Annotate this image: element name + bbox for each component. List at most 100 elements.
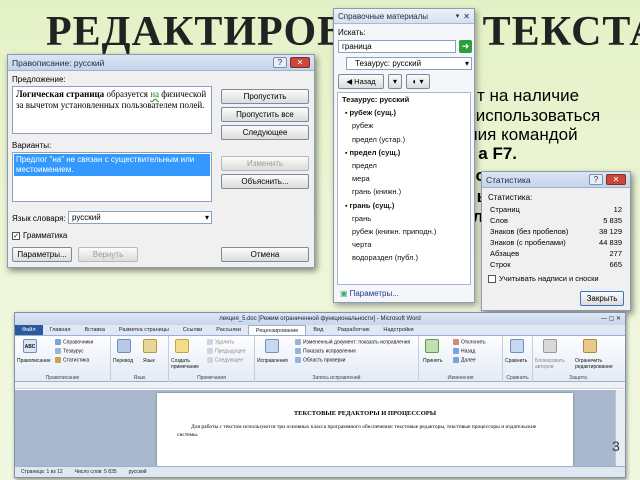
back-button[interactable]: ◀ Назад: [338, 74, 384, 89]
track-changes-button[interactable]: Исправления: [257, 358, 288, 364]
help-icon[interactable]: ?: [273, 57, 287, 68]
document-heading: ТЕКСТОВЫЕ РЕДАКТОРЫ И ПРОЦЕССОРЫ: [293, 410, 437, 417]
status-words[interactable]: Число слов: 5 835: [69, 467, 123, 477]
tab-addins[interactable]: Надстройки: [376, 325, 420, 335]
list-item[interactable]: грань (сущ.): [338, 199, 470, 212]
close-icon[interactable]: ✕: [290, 57, 310, 68]
list-item[interactable]: предел (сущ.): [338, 146, 470, 159]
new-comment-button[interactable]: Создать примечание: [171, 358, 203, 370]
go-arrow-icon[interactable]: ➜: [459, 40, 472, 53]
display-for-review-select[interactable]: Измененный документ: показать исправлени…: [295, 339, 410, 345]
refresh-icon[interactable]: ◐ ▾: [406, 74, 430, 89]
word-count-button[interactable]: Статистика: [55, 357, 89, 363]
spelling-dialog: Правописание: русский ? ✕ Предложение: Л…: [7, 54, 315, 268]
previous-change-button[interactable]: Назад: [453, 348, 475, 354]
list-item[interactable]: мера: [338, 172, 470, 185]
variants-label: Варианты:: [12, 141, 52, 150]
sentence-error-word: на: [150, 89, 159, 99]
group-label: Примечания: [197, 375, 226, 381]
list-item[interactable]: рубеж (книжн. приподн.): [338, 225, 470, 238]
accept-button[interactable]: Принять: [423, 358, 443, 364]
previous-comment-button[interactable]: Предыдущее: [207, 348, 246, 354]
cancel-button[interactable]: Отмена: [221, 247, 309, 262]
grammar-checkbox[interactable]: ✓ Грамматика: [12, 231, 67, 240]
search-label: Искать:: [338, 28, 366, 37]
ruler: [15, 382, 625, 389]
footnotes-checkbox[interactable]: Учитывать надписи и сноски: [488, 274, 599, 284]
list-item[interactable]: предел (устар.): [338, 133, 470, 146]
compare-button[interactable]: Сравнить: [505, 358, 527, 364]
next-icon: [453, 357, 459, 363]
document-area: ТЕКСТОВЫЕ РЕДАКТОРЫ И ПРОЦЕССОРЫ Для раб…: [15, 390, 615, 473]
language-label: Язык словаря:: [12, 214, 66, 223]
research-button[interactable]: Справочники: [55, 339, 93, 345]
document-page[interactable]: ТЕКСТОВЫЕ РЕДАКТОРЫ И ПРОЦЕССОРЫ Для раб…: [157, 393, 573, 473]
list-item[interactable]: предел: [338, 159, 470, 172]
tab-mailings[interactable]: Рассылки: [209, 325, 248, 335]
window-controls[interactable]: — ▢ ✕: [601, 313, 621, 325]
tab-file[interactable]: Файл: [15, 325, 43, 335]
book-icon: [55, 339, 61, 345]
close-icon[interactable]: ✕: [606, 174, 626, 185]
chevron-down-icon[interactable]: ▾: [456, 12, 460, 20]
status-language[interactable]: русский: [123, 467, 153, 477]
search-input[interactable]: граница: [338, 40, 456, 53]
block-authors-button[interactable]: Блокировать авторов: [535, 358, 573, 370]
tab-view[interactable]: Вид: [306, 325, 330, 335]
list-item[interactable]: грань (книжн.): [338, 185, 470, 198]
show-markup-button[interactable]: Показать исправления: [295, 348, 356, 354]
variant-item[interactable]: Предлог "на" не связан с существительным…: [14, 154, 210, 176]
chevron-down-icon[interactable]: ▾: [388, 74, 402, 89]
tab-review[interactable]: Рецензирование: [247, 325, 307, 335]
next-comment-button[interactable]: Следующее: [207, 357, 243, 363]
delete-comment-button[interactable]: Удалить: [207, 339, 234, 345]
tab-insert[interactable]: Вставка: [77, 325, 111, 335]
skip-button[interactable]: Пропустить: [221, 89, 309, 104]
next-sentence-button[interactable]: Следующее: [221, 125, 309, 140]
statistics-dialog-title: Статистика: [486, 174, 531, 185]
close-icon[interactable]: ✕: [463, 12, 470, 21]
group-language: Перевод Язык Язык: [111, 336, 169, 382]
list-item[interactable]: Тезаурус: русский: [338, 93, 470, 106]
thesaurus-button[interactable]: Тезаурус: [55, 348, 84, 354]
compare-icon: [510, 339, 524, 353]
language-button[interactable]: Язык: [143, 358, 155, 364]
statistics-dialog: Статистика ? ✕ Статистика: Страниц 12 Сло…: [481, 171, 631, 311]
vertical-scrollbar[interactable]: [615, 390, 625, 466]
delete-icon: [207, 339, 213, 345]
language-select[interactable]: русский ▾: [68, 211, 212, 224]
translate-button[interactable]: Перевод: [113, 358, 133, 364]
group-label: Правописание: [45, 375, 80, 381]
tab-references[interactable]: Ссылки: [176, 325, 209, 335]
explain-button[interactable]: Объяснить...: [221, 174, 309, 189]
sentence-box[interactable]: Логическая страница образуется на физиче…: [12, 86, 212, 134]
tab-developer[interactable]: Разработчик: [330, 325, 376, 335]
previous-icon: [453, 348, 459, 354]
list-item[interactable]: водораздел (публ.): [338, 251, 470, 264]
list-item[interactable]: черта: [338, 238, 470, 251]
restrict-editing-button[interactable]: Ограничить редактирование: [575, 358, 621, 370]
help-icon[interactable]: ?: [589, 174, 603, 185]
next-change-button[interactable]: Далее: [453, 357, 476, 363]
spelling-button[interactable]: Правописание: [17, 358, 51, 364]
sentence-label: Предложение:: [12, 75, 66, 84]
tab-home[interactable]: Главная: [43, 325, 78, 335]
variants-list[interactable]: Предлог "на" не связан с существительным…: [12, 152, 212, 202]
sentence-text-1: образуется: [104, 89, 151, 99]
list-item[interactable]: рубеж (сущ.): [338, 106, 470, 119]
ribbon: ABC Правописание Справочники Тезаурус Ст…: [15, 336, 625, 382]
status-page[interactable]: Страница: 1 из 12: [15, 467, 69, 477]
tab-layout[interactable]: Разметка страницы: [112, 325, 176, 335]
list-item[interactable]: рубеж: [338, 119, 470, 132]
change-button[interactable]: Изменить: [221, 156, 309, 171]
source-select[interactable]: Тезаурус: русский ▾: [346, 57, 472, 70]
undo-button[interactable]: Вернуть: [78, 247, 138, 262]
document-paragraph: Для работы с текстом используются три ос…: [177, 424, 537, 438]
params-button[interactable]: Параметры...: [12, 247, 72, 262]
reviewing-pane-button[interactable]: Область проверки: [295, 357, 345, 363]
list-item[interactable]: грань: [338, 212, 470, 225]
skip-all-button[interactable]: Пропустить все: [221, 107, 309, 122]
params-link[interactable]: ▣ Параметры...: [340, 289, 399, 298]
close-button[interactable]: Закрыть: [580, 291, 624, 306]
reject-button[interactable]: Отклонить: [453, 339, 486, 345]
